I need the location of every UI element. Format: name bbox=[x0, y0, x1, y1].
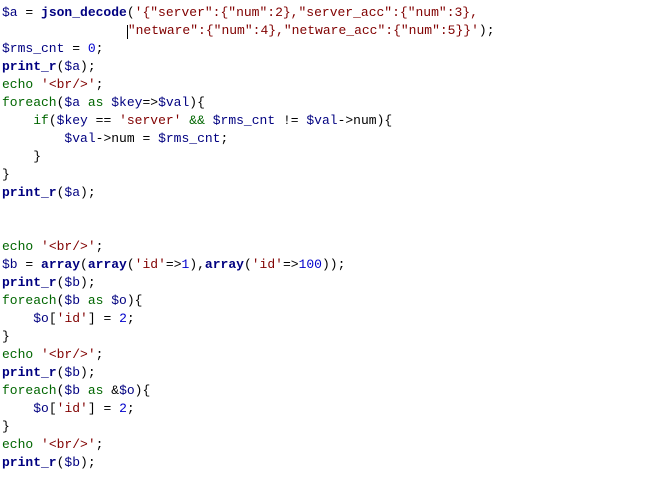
variable: $a bbox=[64, 59, 80, 74]
number-literal: 2 bbox=[119, 401, 127, 416]
number-literal: 2 bbox=[119, 311, 127, 326]
code-line: $a = json_decode('{"server":{"num":2},"s… bbox=[2, 5, 478, 20]
string-literal: '<br/>' bbox=[41, 77, 96, 92]
string-literal: '{"server":{"num":2},"server_acc":{"num"… bbox=[135, 5, 478, 20]
keyword: echo bbox=[2, 347, 33, 362]
code-line: } bbox=[2, 419, 10, 434]
variable: $o bbox=[119, 383, 135, 398]
keyword: foreach bbox=[2, 95, 57, 110]
keyword: foreach bbox=[2, 383, 57, 398]
code-line: foreach($b as $o){ bbox=[2, 293, 142, 308]
function-call: json_decode bbox=[41, 5, 127, 20]
function-call: print_r bbox=[2, 455, 57, 470]
code-line: } bbox=[2, 167, 10, 182]
variable: $a bbox=[64, 95, 80, 110]
string-literal: '<br/>' bbox=[41, 437, 96, 452]
function-call: print_r bbox=[2, 59, 57, 74]
code-line: } bbox=[2, 149, 41, 164]
keyword: as bbox=[80, 383, 111, 398]
function-call: print_r bbox=[2, 185, 57, 200]
code-line: $o['id'] = 2; bbox=[2, 401, 135, 416]
code-line: $val->num = $rms_cnt; bbox=[2, 131, 228, 146]
variable: $o bbox=[33, 401, 49, 416]
code-line: if($key == 'server' && $rms_cnt != $val-… bbox=[2, 113, 392, 128]
variable: $b bbox=[64, 275, 80, 290]
operator-and: && bbox=[182, 113, 213, 128]
code-line: print_r($b); bbox=[2, 455, 96, 470]
keyword: echo bbox=[2, 239, 33, 254]
number-literal: 0 bbox=[88, 41, 96, 56]
variable: $key bbox=[111, 95, 142, 110]
variable: $b bbox=[64, 455, 80, 470]
variable: $val bbox=[306, 113, 337, 128]
string-literal: "netware":{"num":4},"netware_acc":{"num"… bbox=[128, 23, 479, 38]
number-literal: 100 bbox=[299, 257, 322, 272]
keyword: if bbox=[33, 113, 49, 128]
variable: $rms_cnt bbox=[2, 41, 64, 56]
variable: $key bbox=[57, 113, 88, 128]
code-line: echo '<br/>'; bbox=[2, 437, 103, 452]
blank-line bbox=[2, 221, 10, 236]
code-line: $rms_cnt = 0; bbox=[2, 41, 103, 56]
keyword: echo bbox=[2, 77, 33, 92]
function-call: print_r bbox=[2, 365, 57, 380]
code-line: print_r($a); bbox=[2, 59, 96, 74]
keyword: foreach bbox=[2, 293, 57, 308]
string-literal: 'server' bbox=[119, 113, 181, 128]
code-line: foreach($a as $key=>$val){ bbox=[2, 95, 205, 110]
php-code-block: $a = json_decode('{"server":{"num":2},"s… bbox=[0, 0, 647, 476]
code-line: "netware":{"num":4},"netware_acc":{"num"… bbox=[2, 23, 495, 38]
code-line: foreach($b as &$o){ bbox=[2, 383, 150, 398]
function-call: array bbox=[41, 257, 80, 272]
function-call: array bbox=[88, 257, 127, 272]
reference-operator: & bbox=[111, 383, 119, 398]
variable: $b bbox=[2, 257, 18, 272]
variable: $b bbox=[64, 383, 80, 398]
variable: $b bbox=[64, 365, 80, 380]
variable: $rms_cnt bbox=[213, 113, 275, 128]
code-line: $o['id'] = 2; bbox=[2, 311, 135, 326]
variable: $val bbox=[158, 95, 189, 110]
code-line: $b = array(array('id'=>1),array('id'=>10… bbox=[2, 257, 345, 272]
code-line: echo '<br/>'; bbox=[2, 239, 103, 254]
code-line: print_r($a); bbox=[2, 185, 96, 200]
variable: $o bbox=[111, 293, 127, 308]
string-literal: '<br/>' bbox=[41, 347, 96, 362]
keyword: as bbox=[80, 95, 111, 110]
code-line: print_r($b); bbox=[2, 365, 96, 380]
string-literal: 'id' bbox=[57, 401, 88, 416]
function-call: print_r bbox=[2, 275, 57, 290]
variable: $rms_cnt bbox=[158, 131, 220, 146]
string-literal: 'id' bbox=[252, 257, 283, 272]
keyword: echo bbox=[2, 437, 33, 452]
string-literal: '<br/>' bbox=[41, 239, 96, 254]
code-line: print_r($b); bbox=[2, 275, 96, 290]
variable: $b bbox=[64, 293, 80, 308]
string-literal: 'id' bbox=[57, 311, 88, 326]
variable: $a bbox=[2, 5, 18, 20]
code-line: echo '<br/>'; bbox=[2, 347, 103, 362]
string-literal: 'id' bbox=[135, 257, 166, 272]
code-line: echo '<br/>'; bbox=[2, 77, 103, 92]
function-call: array bbox=[205, 257, 244, 272]
variable: $val bbox=[64, 131, 95, 146]
blank-line bbox=[2, 203, 10, 218]
variable: $o bbox=[33, 311, 49, 326]
code-line: } bbox=[2, 329, 10, 344]
variable: $a bbox=[64, 185, 80, 200]
keyword: as bbox=[80, 293, 111, 308]
